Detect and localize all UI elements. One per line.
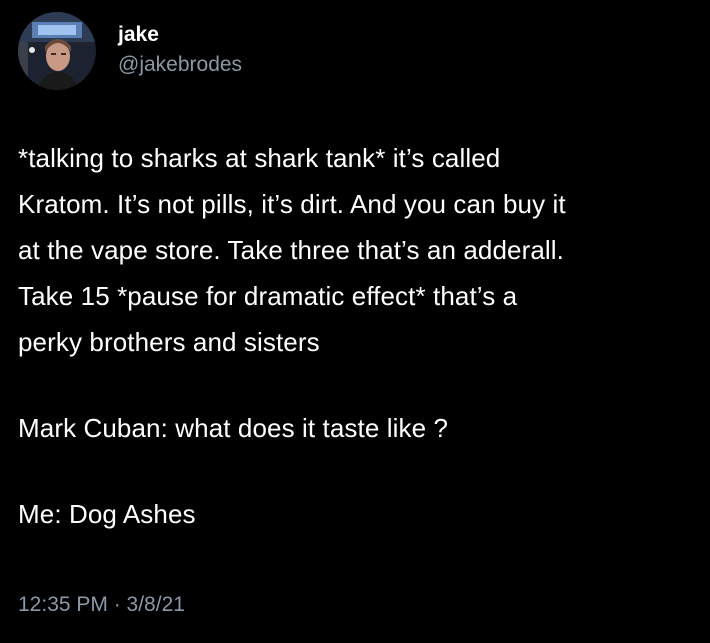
author-display-name[interactable]: jake <box>118 22 242 48</box>
avatar[interactable] <box>18 12 96 90</box>
tweet-line: *talking to sharks at shark tank* it’s c… <box>18 143 501 173</box>
tweet-line: Kratom. It’s not pills, it’s dirt. And y… <box>18 189 566 219</box>
tweet-line: perky brothers and sisters <box>18 327 320 357</box>
tweet-card: jake @jakebrodes *talking to sharks at s… <box>0 0 710 643</box>
tweet-line: Take 15 *pause for dramatic effect* that… <box>18 281 518 311</box>
author-handle[interactable]: @jakebrodes <box>118 50 242 80</box>
tweet-paragraph: Me: Dog Ashes <box>18 499 196 529</box>
author-names: jake @jakebrodes <box>118 22 242 80</box>
tweet-line: at the vape store. Take three that’s an … <box>18 235 564 265</box>
tweet-body: *talking to sharks at shark tank* it’s c… <box>18 135 690 537</box>
tweet-header: jake @jakebrodes <box>18 12 242 90</box>
tweet-paragraph: Mark Cuban: what does it taste like ? <box>18 413 449 443</box>
tweet-timestamp[interactable]: 12:35 PM · 3/8/21 <box>18 590 185 620</box>
profile-photo-icon <box>18 12 96 90</box>
